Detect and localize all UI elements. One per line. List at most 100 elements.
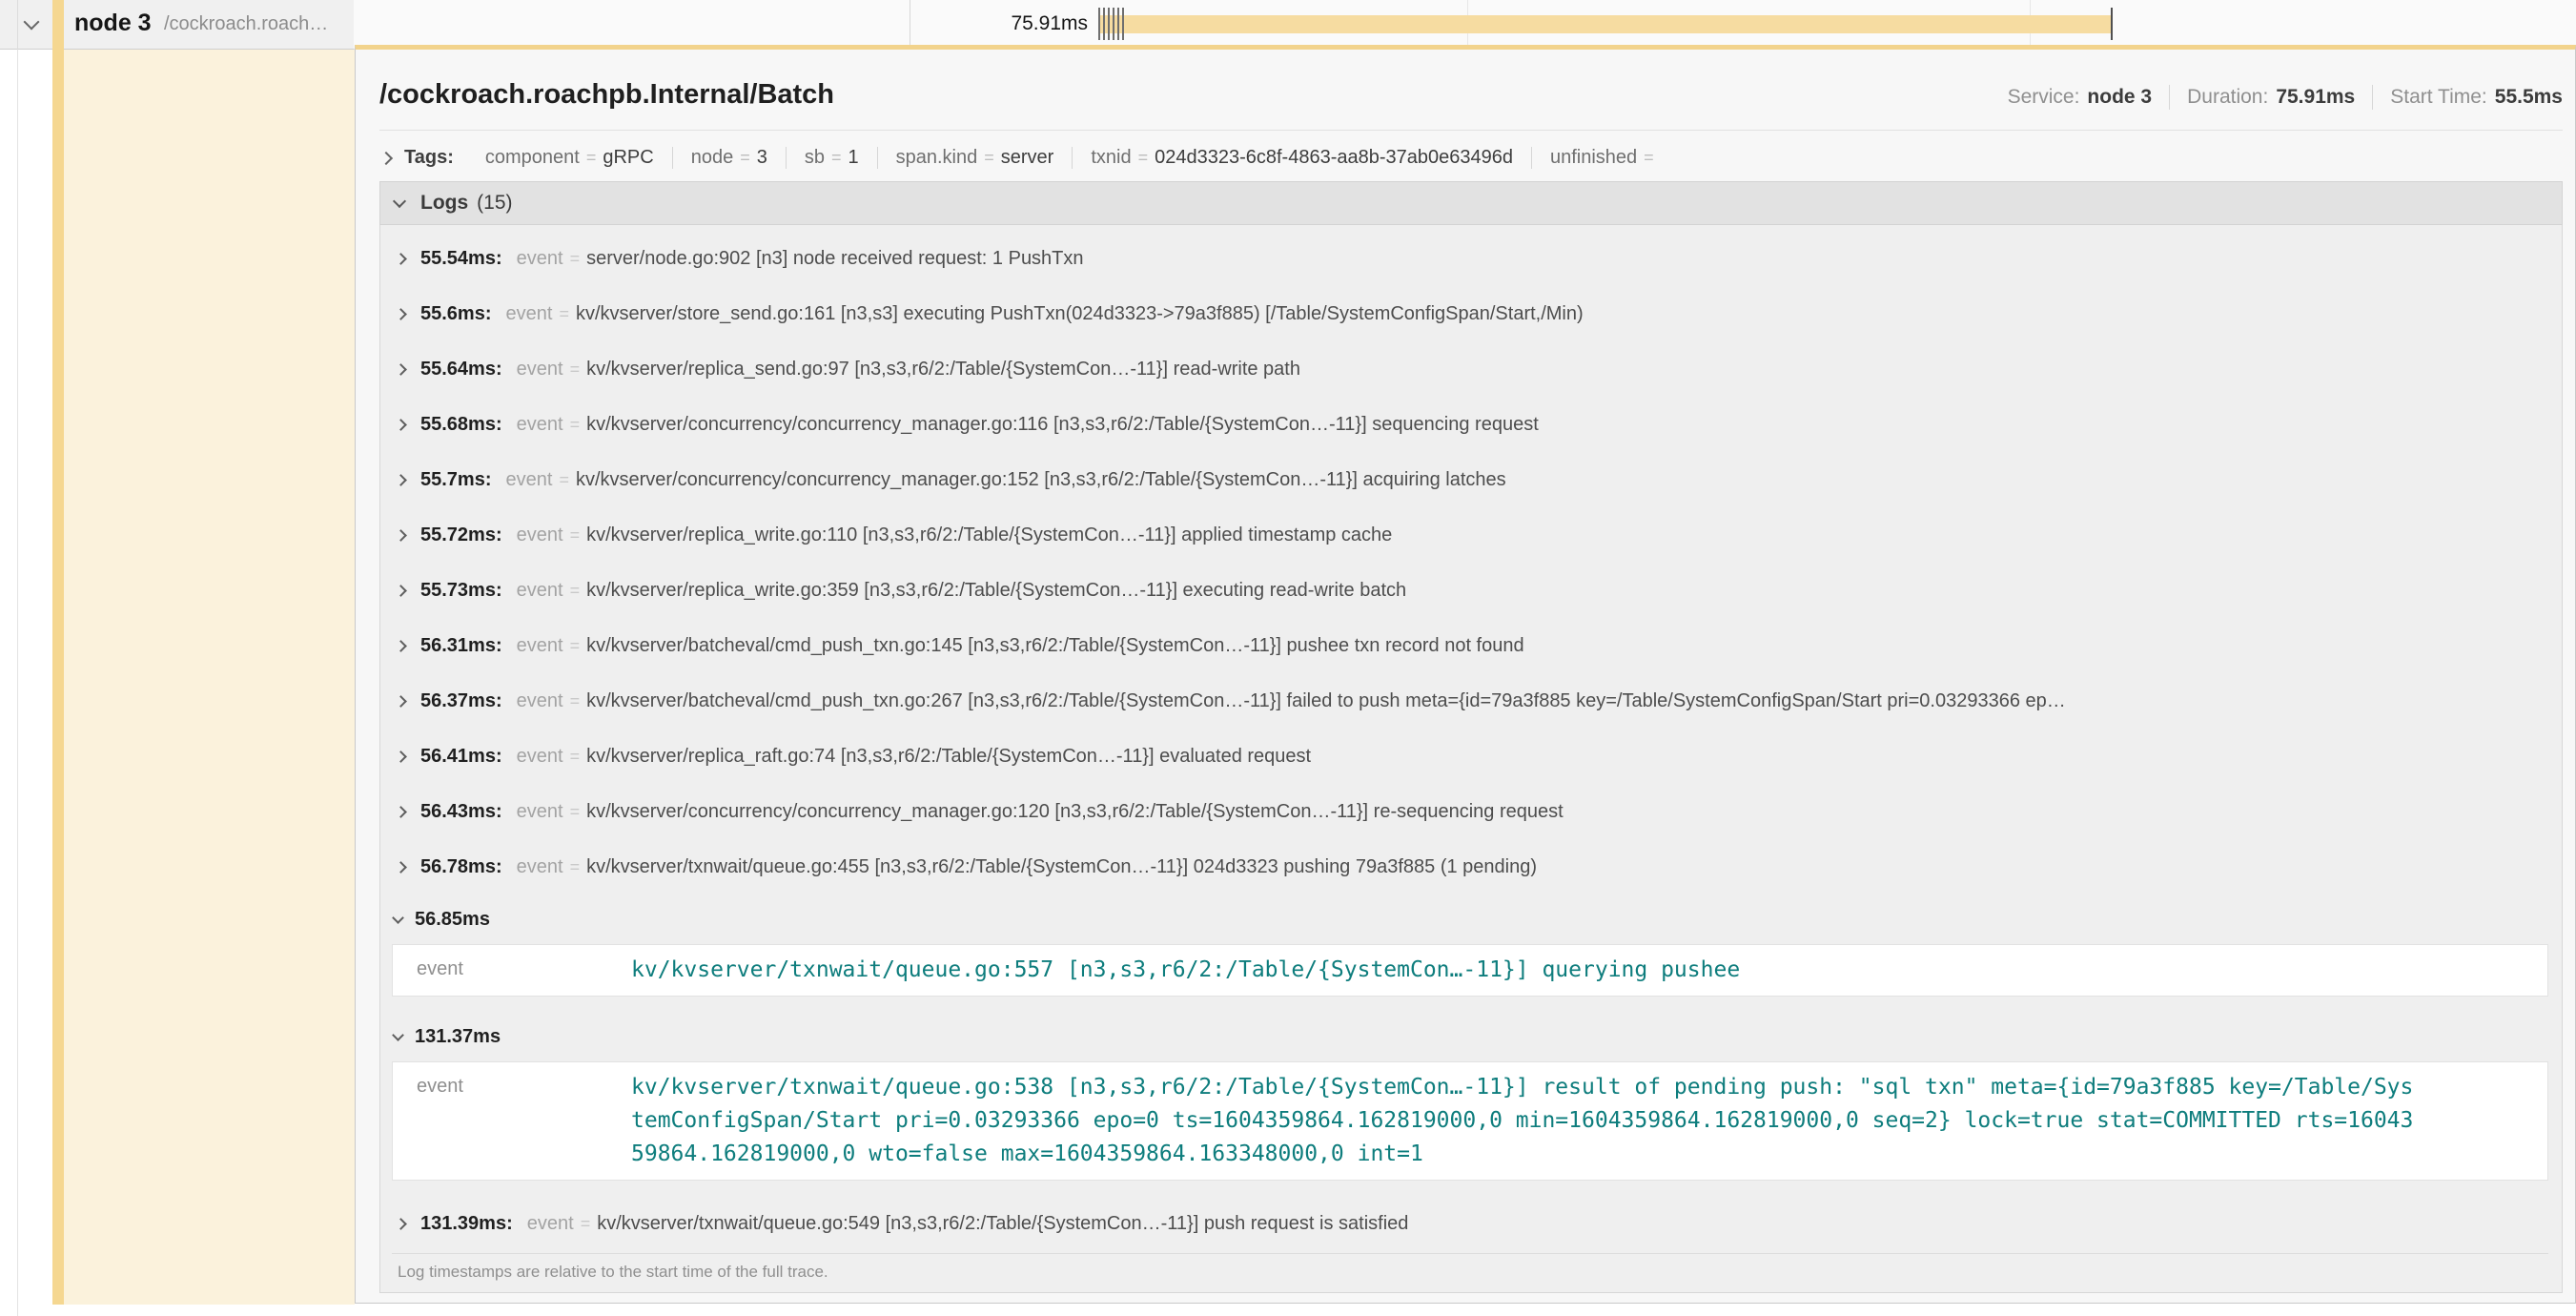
log-equals: = bbox=[570, 636, 581, 656]
log-field-value: kv/kvserver/concurrency/concurrency_mana… bbox=[576, 469, 1506, 491]
log-entry[interactable]: 56.41ms: event = kv/kvserver/replica_raf… bbox=[392, 729, 2548, 784]
log-entry[interactable]: 55.73ms: event = kv/kvserver/replica_wri… bbox=[392, 563, 2548, 618]
logs-count: (15) bbox=[477, 192, 512, 215]
log-field-key: event bbox=[517, 856, 563, 878]
log-entry[interactable]: 56.37ms: event = kv/kvserver/batcheval/c… bbox=[392, 673, 2548, 729]
tag-equals: = bbox=[740, 148, 750, 168]
tag-value: gRPC bbox=[603, 147, 653, 169]
log-collapse-chevron-icon[interactable] bbox=[392, 1029, 404, 1041]
logs-accordion-header[interactable]: Logs (15) bbox=[379, 181, 2563, 225]
log-entry[interactable]: 55.54ms: event = server/node.go:902 [n3]… bbox=[392, 231, 2548, 286]
log-entry[interactable]: 55.7ms: event = kv/kvserver/concurrency/… bbox=[392, 452, 2548, 507]
merged-children-hatch-icon bbox=[1098, 8, 1124, 40]
tag-key: unfinished bbox=[1550, 147, 1637, 169]
tag-item: component = gRPC bbox=[467, 147, 672, 169]
span-duration-bar[interactable] bbox=[1098, 15, 2112, 33]
log-field-key: event bbox=[517, 414, 563, 436]
log-expand-chevron-icon[interactable] bbox=[395, 640, 407, 652]
log-equals: = bbox=[570, 581, 581, 601]
tag-item: span.kind = server bbox=[877, 147, 1073, 169]
log-entry[interactable]: 55.6ms: event = kv/kvserver/store_send.g… bbox=[392, 286, 2548, 341]
log-entry[interactable]: 55.64ms: event = kv/kvserver/replica_sen… bbox=[392, 341, 2548, 397]
tag-key: component bbox=[485, 147, 580, 169]
tag-equals: = bbox=[984, 148, 994, 168]
log-expand-chevron-icon[interactable] bbox=[395, 474, 407, 486]
log-fields-table: event kv/kvserver/txnwait/queue.go:557 [… bbox=[392, 944, 2548, 997]
meta-divider bbox=[2169, 85, 2170, 110]
log-expand-chevron-icon[interactable] bbox=[395, 861, 407, 874]
log-entry[interactable]: 56.31ms: event = kv/kvserver/batcheval/c… bbox=[392, 618, 2548, 673]
log-field-value: kv/kvserver/concurrency/concurrency_mana… bbox=[586, 801, 1564, 823]
log-field-key: event bbox=[506, 303, 553, 325]
log-field-value: kv/kvserver/txnwait/queue.go:538 [n3,s3,… bbox=[631, 1071, 2423, 1171]
tag-value: 1 bbox=[848, 147, 858, 169]
log-field-key: event bbox=[517, 746, 563, 768]
log-entry[interactable]: 55.68ms: event = kv/kvserver/concurrency… bbox=[392, 397, 2548, 452]
log-field-key: event bbox=[517, 690, 563, 712]
log-expand-chevron-icon[interactable] bbox=[395, 419, 407, 431]
tag-item: txnid = 024d3323-6c8f-4863-aa8b-37ab0e63… bbox=[1072, 147, 1531, 169]
log-entry[interactable]: 55.72ms: event = kv/kvserver/replica_wri… bbox=[392, 507, 2548, 563]
log-expand-chevron-icon[interactable] bbox=[395, 1218, 407, 1230]
log-timestamp: 55.7ms: bbox=[420, 469, 492, 491]
log-timestamp: 55.64ms: bbox=[420, 359, 502, 380]
span-service-name[interactable]: node 3 bbox=[74, 10, 152, 37]
log-entry-header[interactable]: 131.37ms bbox=[392, 1012, 2548, 1061]
meta-label: Service: bbox=[2008, 86, 2080, 109]
tags-expand-chevron-icon[interactable] bbox=[379, 151, 393, 164]
tag-key: txnid bbox=[1091, 147, 1131, 169]
log-entry[interactable]: 131.39ms: event = kv/kvserver/txnwait/qu… bbox=[392, 1196, 2548, 1251]
tag-item: sb = 1 bbox=[786, 147, 877, 169]
log-fields-table: event kv/kvserver/txnwait/queue.go:538 [… bbox=[392, 1061, 2548, 1181]
span-operation-name[interactable]: /cockroach.roach… bbox=[164, 13, 328, 35]
span-collapse-chevron-icon[interactable] bbox=[24, 14, 40, 31]
log-expand-chevron-icon[interactable] bbox=[395, 751, 407, 763]
log-equals: = bbox=[570, 691, 581, 711]
log-expand-chevron-icon[interactable] bbox=[395, 585, 407, 597]
log-equals: = bbox=[570, 802, 581, 822]
gutter-divider bbox=[17, 0, 18, 50]
log-timestamp: 55.68ms: bbox=[420, 414, 502, 436]
log-field-value: kv/kvserver/replica_write.go:359 [n3,s3,… bbox=[586, 580, 1406, 602]
tag-key: sb bbox=[805, 147, 825, 169]
log-equals: = bbox=[570, 415, 581, 435]
log-equals: = bbox=[570, 249, 581, 269]
log-expand-chevron-icon[interactable] bbox=[395, 529, 407, 542]
log-expand-chevron-icon[interactable] bbox=[395, 806, 407, 818]
log-field-value: kv/kvserver/batcheval/cmd_push_txn.go:14… bbox=[586, 635, 1524, 657]
tag-item: unfinished = bbox=[1531, 147, 1679, 169]
log-entry[interactable]: 56.43ms: event = kv/kvserver/concurrency… bbox=[392, 784, 2548, 839]
log-field-value: kv/kvserver/batcheval/cmd_push_txn.go:26… bbox=[586, 690, 2066, 712]
span-end-marker bbox=[2111, 8, 2113, 40]
log-field-value: kv/kvserver/txnwait/queue.go:549 [n3,s3,… bbox=[597, 1213, 1408, 1235]
log-equals: = bbox=[581, 1214, 591, 1234]
log-equals: = bbox=[570, 857, 581, 877]
logs-collapse-chevron-icon[interactable] bbox=[393, 195, 406, 208]
log-timestamp: 131.37ms bbox=[415, 1026, 501, 1048]
log-timestamp: 56.78ms: bbox=[420, 856, 502, 878]
span-row: node 3 /cockroach.roach… 75.91ms bbox=[0, 0, 2576, 50]
log-expand-chevron-icon[interactable] bbox=[395, 308, 407, 320]
meta-divider bbox=[2372, 85, 2373, 110]
page-title: /cockroach.roachpb.Internal/Batch bbox=[379, 78, 834, 111]
log-entry-header[interactable]: 56.85ms bbox=[392, 894, 2548, 944]
log-timestamp: 56.41ms: bbox=[420, 746, 502, 768]
panel-header: /cockroach.roachpb.Internal/Batch Servic… bbox=[379, 50, 2563, 111]
log-field-key: event bbox=[517, 524, 563, 546]
log-timestamp: 56.37ms: bbox=[420, 690, 502, 712]
log-field-value: kv/kvserver/replica_write.go:110 [n3,s3,… bbox=[586, 524, 1392, 546]
log-equals: = bbox=[570, 747, 581, 767]
log-expand-chevron-icon[interactable] bbox=[395, 363, 407, 376]
log-timestamp: 55.54ms: bbox=[420, 248, 502, 270]
log-field-key: event bbox=[517, 248, 563, 270]
log-entry[interactable]: 56.78ms: event = kv/kvserver/txnwait/que… bbox=[392, 839, 2548, 894]
trace-detail-view: node 3 /cockroach.roach… 75.91ms /cockro… bbox=[0, 0, 2576, 1316]
span-meta: Service:node 3 Duration:75.91ms Start Ti… bbox=[2008, 85, 2563, 110]
log-timestamp: 56.31ms: bbox=[420, 635, 502, 657]
log-expand-chevron-icon[interactable] bbox=[395, 253, 407, 265]
meta-value: 55.5ms bbox=[2495, 86, 2563, 109]
tags-accordion[interactable]: Tags: component = gRPC node = 3 sb = 1 s… bbox=[379, 131, 2563, 181]
log-expand-chevron-icon[interactable] bbox=[395, 695, 407, 708]
log-collapse-chevron-icon[interactable] bbox=[392, 912, 404, 924]
log-field-key: event bbox=[527, 1213, 574, 1235]
